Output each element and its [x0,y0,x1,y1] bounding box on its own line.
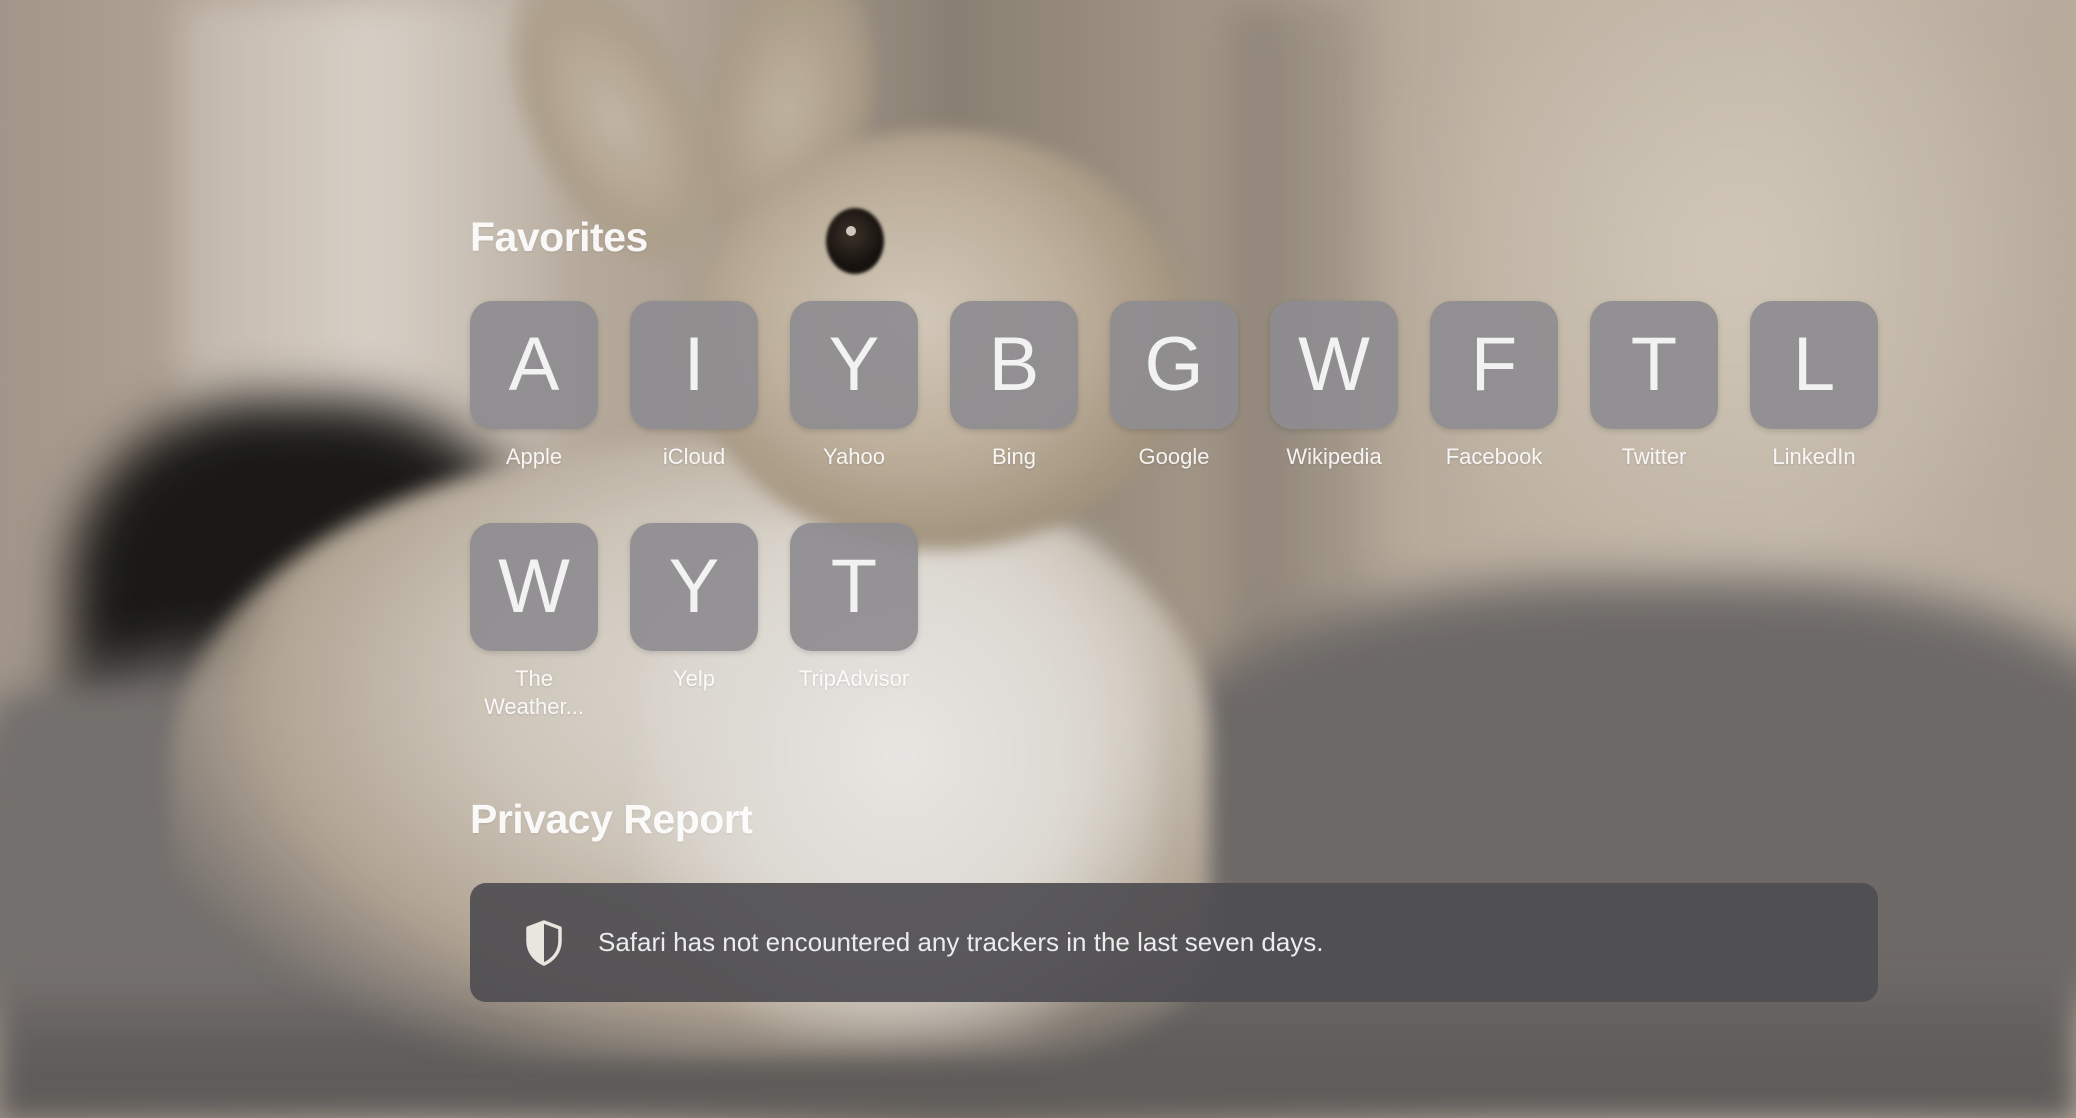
favorite-letter: G [1144,322,1204,407]
favorite-label: Yahoo [823,444,885,469]
favorite-letter: L [1792,322,1836,407]
favorite-letter: F [1470,322,1518,407]
shield-icon [522,917,566,969]
favorite-twitter[interactable]: T Twitter [1590,301,1718,471]
favorite-label: Yelp [672,666,715,691]
favorite-tile[interactable]: T [1590,301,1718,429]
favorite-tile[interactable]: Y [630,523,758,651]
favorite-label: Google [1138,444,1210,469]
favorite-tile[interactable]: B [950,301,1078,429]
favorite-letter: Y [828,322,880,407]
favorites-title: Favorites [470,214,648,260]
favorite-tile[interactable]: F [1430,301,1558,429]
privacy-report-title: Privacy Report [470,796,753,842]
favorite-yahoo[interactable]: Y Yahoo [790,301,918,471]
favorite-letter: B [988,322,1040,407]
favorite-letter: W [498,544,570,629]
favorite-tile[interactable]: A [470,301,598,429]
favorite-weather[interactable]: W The Weather... [470,523,598,721]
favorite-label: Apple [505,444,563,469]
favorite-label: The Weather... [484,666,584,719]
favorite-tile[interactable]: L [1750,301,1878,429]
favorite-tile[interactable]: G [1110,301,1238,429]
favorite-label: Facebook [1445,444,1543,469]
favorite-label: Wikipedia [1286,444,1382,469]
favorite-tripadvisor[interactable]: T TripAdvisor [790,523,918,693]
favorite-yelp[interactable]: Y Yelp [630,523,758,693]
favorite-letter: T [1630,322,1678,407]
favorite-wikipedia[interactable]: W Wikipedia [1270,301,1398,471]
favorite-icloud[interactable]: I iCloud [630,301,758,471]
favorite-letter: T [830,544,878,629]
favorite-letter: A [508,322,560,407]
favorite-label: iCloud [662,444,726,469]
favorite-letter: Y [668,544,720,629]
favorite-apple[interactable]: A Apple [470,301,598,471]
favorite-letter: W [1298,322,1370,407]
favorite-tile[interactable]: W [1270,301,1398,429]
favorite-facebook[interactable]: F Facebook [1430,301,1558,471]
favorite-label: TripAdvisor [798,666,910,691]
favorite-tile[interactable]: Y [790,301,918,429]
privacy-report-card[interactable]: Safari has not encountered any trackers … [470,883,1878,1002]
favorite-linkedin[interactable]: L LinkedIn [1750,301,1878,471]
favorite-label: Twitter [1621,444,1687,469]
favorite-label: Bing [991,444,1037,469]
favorite-label: LinkedIn [1772,444,1856,469]
favorite-google[interactable]: G Google [1110,301,1238,471]
favorite-bing[interactable]: B Bing [950,301,1078,471]
privacy-report-message: Safari has not encountered any trackers … [598,927,1324,957]
favorite-letter: I [683,322,705,407]
favorite-tile[interactable]: W [470,523,598,651]
favorite-tile[interactable]: I [630,301,758,429]
favorite-tile[interactable]: T [790,523,918,651]
